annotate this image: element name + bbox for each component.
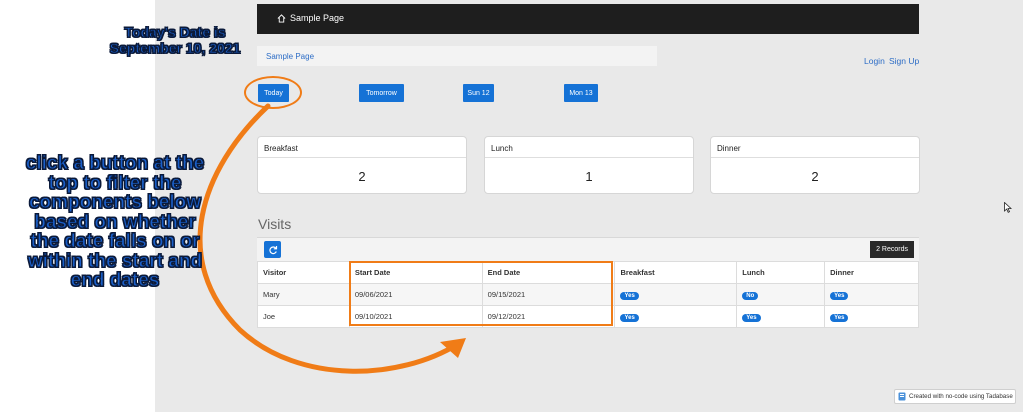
date-annotation: Today's Date is September 10, 2021 [100,24,250,57]
lunch-cell: Yes [736,305,826,328]
breakfast-card: Breakfast 2 [257,136,467,194]
dinner-cell: Yes [824,305,919,328]
instruction-line: end dates [70,270,160,291]
login-link[interactable]: Login [864,56,885,66]
tadabase-logo-icon [898,392,906,401]
dinner-cell: Yes [824,283,919,306]
card-title: Breakfast [264,144,298,153]
column-header[interactable]: Visitor [257,261,350,284]
instruction-line: based on whether [34,211,197,233]
top-navbar: Sample Page [257,4,919,34]
card-value: 1 [585,169,593,184]
visits-title: Visits [258,216,292,232]
credit-text: Created with no-code using Tadabase [909,393,1013,400]
signup-link[interactable]: Sign Up [889,56,919,66]
brand-label: Sample Page [290,13,345,23]
instruction-line: click a button at the [25,153,205,174]
breadcrumb-link[interactable]: Sample Page [266,52,314,61]
breadcrumb: Sample Page [257,46,657,66]
tadabase-credit-badge[interactable]: Created with no-code using Tadabase [894,389,1016,404]
date-annotation-line: September 10, 2021 [109,40,241,57]
visitor-cell: Mary [257,283,350,306]
lunch-card: Lunch 1 [484,136,694,194]
today-button-highlight [244,76,302,109]
card-value: 2 [811,169,819,184]
status-badge: Yes [620,313,639,322]
column-header[interactable]: Lunch [736,261,826,284]
visitor-cell: Joe [257,305,350,328]
records-count-badge: 2 Records [870,241,914,258]
date-columns-highlight [349,261,613,326]
date-annotation-line: Today's Date is [124,24,226,41]
breakfast-cell: Yes [614,305,738,328]
instruction-line: within the start and [27,250,203,272]
instruction-line: components below [28,192,202,213]
mouse-cursor-icon [1004,202,1012,213]
status-badge: No [742,291,759,300]
card-value: 2 [358,169,366,184]
mon-13-button[interactable]: Mon 13 [564,84,598,102]
refresh-button[interactable] [264,241,281,258]
sun-12-button[interactable]: Sun 12 [463,84,494,102]
column-header[interactable]: Breakfast [614,261,738,284]
card-title: Lunch [491,144,513,153]
status-badge: Yes [830,291,849,300]
dinner-card: Dinner 2 [710,136,920,194]
tomorrow-button[interactable]: Tomorrow [359,84,404,102]
instruction-line: the date falls on or [30,231,200,252]
breakfast-cell: Yes [614,283,738,306]
column-header[interactable]: Dinner [824,261,919,284]
instruction-annotation: click a button at the top to filter the … [0,154,230,291]
card-title: Dinner [717,144,741,153]
home-icon [277,13,286,23]
lunch-cell: No [736,283,826,306]
instruction-line: top to filter the [48,172,182,194]
table-toolbar: 2 Records [257,237,919,262]
refresh-icon [268,245,277,254]
status-badge: Yes [620,291,639,300]
status-badge: Yes [830,313,849,322]
status-badge: Yes [742,313,761,322]
brand-link[interactable]: Sample Page [277,13,344,23]
